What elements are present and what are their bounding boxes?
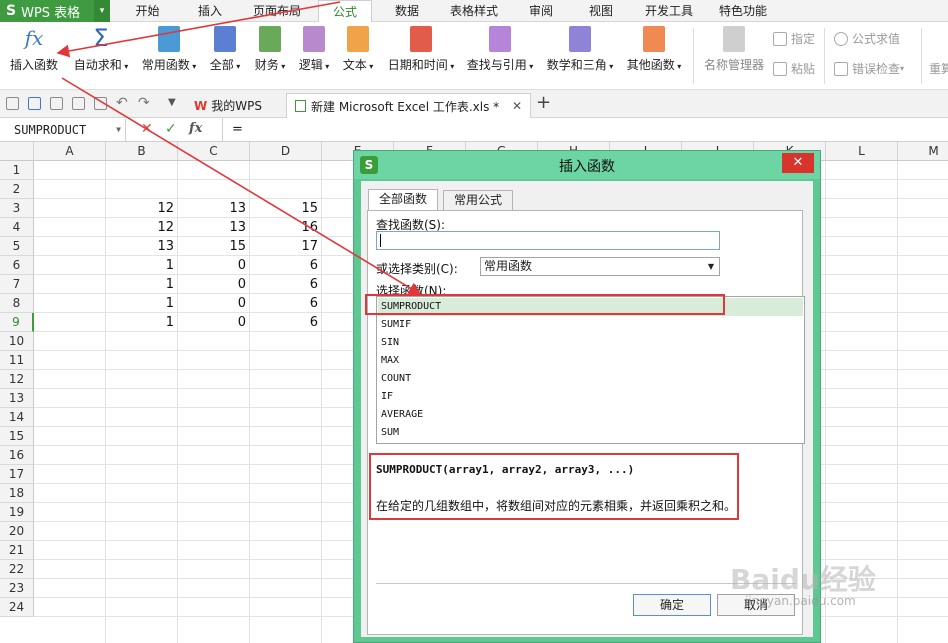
arrow-to-insert-function bbox=[56, 1, 341, 58]
arrow-to-sumproduct bbox=[61, 77, 422, 295]
watermark-logo: Baidu经验 bbox=[730, 563, 876, 596]
annotation-arrows bbox=[56, 1, 422, 295]
watermark-url: jingyan.baidu.com bbox=[745, 594, 856, 608]
